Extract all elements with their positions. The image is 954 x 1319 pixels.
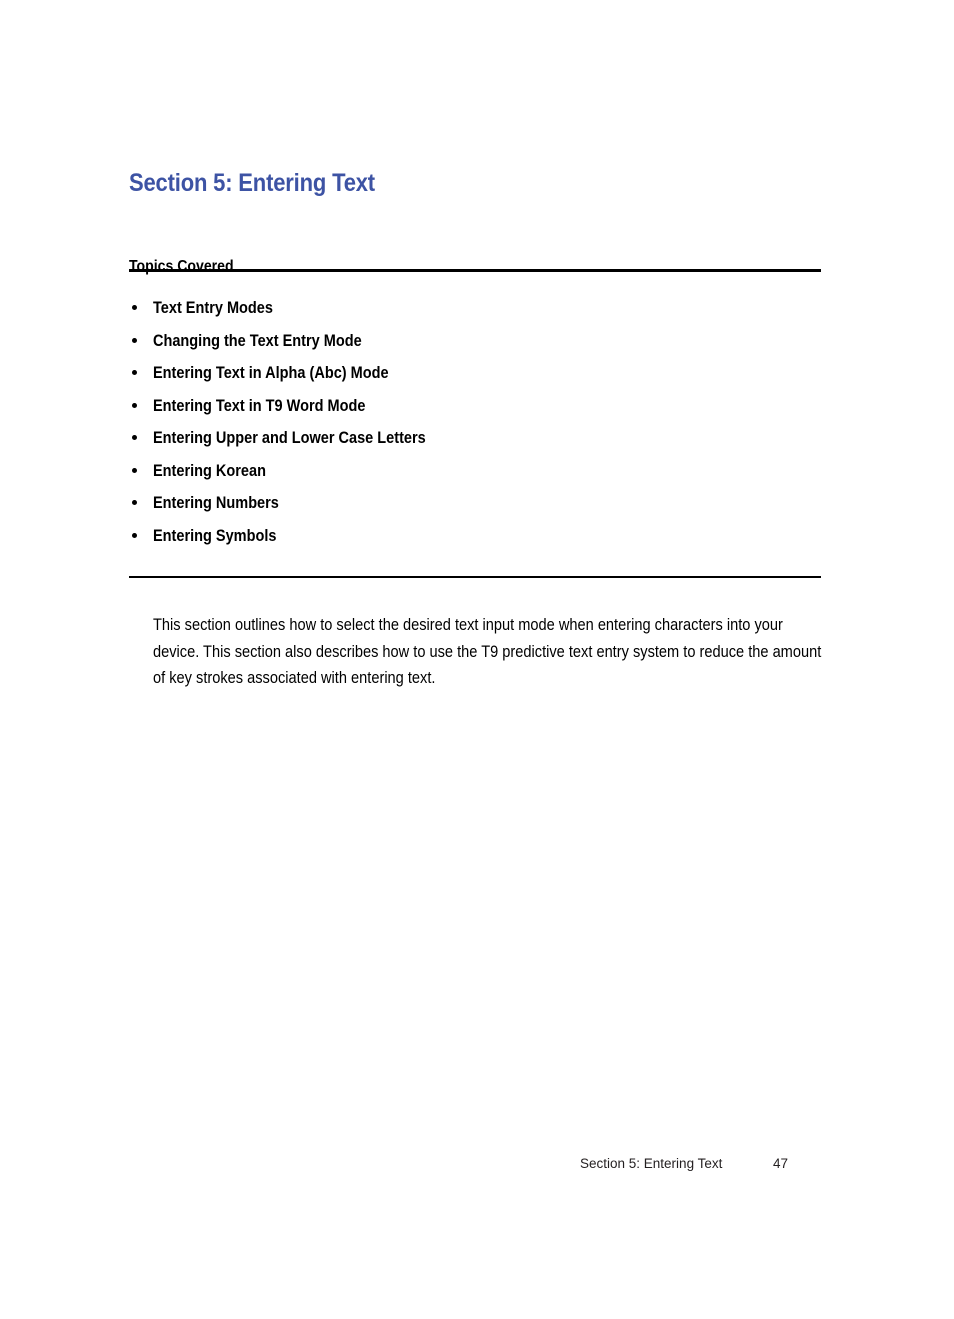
bullet-icon (132, 402, 137, 408)
topics-covered-list: Text Entry Modes Changing the Text Entry… (129, 297, 829, 557)
list-item-label: Entering Text in Alpha (Abc) Mode (153, 364, 389, 382)
list-item: Changing the Text Entry Mode (129, 330, 829, 363)
list-item: Entering Text in Alpha (Abc) Mode (129, 362, 829, 395)
topics-covered-heading: Topics Covered (129, 258, 234, 276)
document-page: Section 5: Entering Text Topics Covered … (0, 0, 954, 1319)
list-item-label: Changing the Text Entry Mode (153, 331, 362, 350)
list-item-label: Entering Symbols (153, 526, 277, 545)
list-item: Entering Symbols (129, 525, 829, 558)
bullet-icon (132, 370, 137, 375)
page-title: Section 5: Entering Text (129, 168, 375, 197)
bullet-icon (132, 337, 137, 343)
footer-page-number: 47 (773, 1156, 789, 1171)
list-item-label: Entering Numbers (153, 494, 279, 512)
page-footer: Section 5: Entering Text 47 (0, 1155, 954, 1175)
bullet-icon (132, 467, 137, 473)
list-item-label: Entering Text in T9 Word Mode (153, 396, 366, 415)
list-item: Entering Numbers (129, 492, 829, 525)
bullet-icon (132, 305, 137, 310)
list-item-label: Entering Korean (153, 461, 266, 480)
footer-section-label: Section 5: Entering Text (580, 1156, 723, 1171)
list-item: Entering Text in T9 Word Mode (129, 395, 829, 428)
list-item-label: Text Entry Modes (153, 299, 273, 317)
list-item: Entering Upper and Lower Case Letters (129, 427, 829, 460)
list-item: Entering Korean (129, 460, 829, 493)
heading-divider-thick (129, 269, 821, 272)
list-item: Text Entry Modes (129, 297, 829, 330)
bullet-icon (132, 500, 137, 505)
list-item-label: Entering Upper and Lower Case Letters (153, 429, 426, 447)
intro-paragraph: This section outlines how to select the … (153, 616, 822, 687)
section-divider-thin (129, 576, 821, 578)
bullet-icon (132, 532, 137, 538)
bullet-icon (132, 435, 137, 440)
